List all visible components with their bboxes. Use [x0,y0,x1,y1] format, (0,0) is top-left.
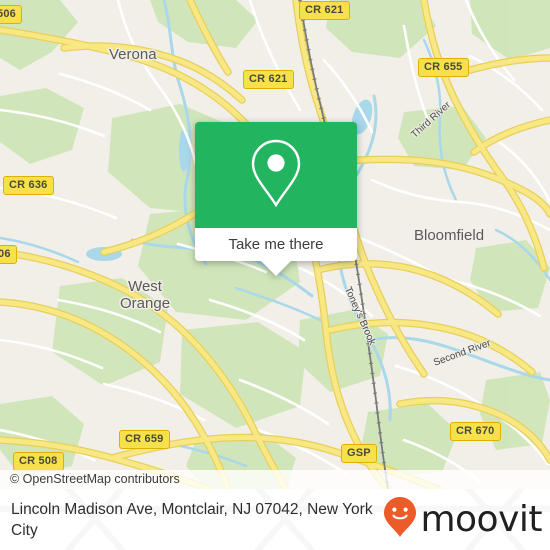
moovit-wordmark: moovit [420,498,542,540]
road-shield-cr-621-left[interactable]: CR 621 [243,70,294,89]
callout-tail-pointer [261,261,291,276]
road-shield-cr-508[interactable]: CR 508 [13,452,64,471]
place-label-verona: Verona [109,46,157,63]
address-text: Lincoln Madison Ave, Montclair, NJ 07042… [11,500,373,539]
road-shield-cr-655[interactable]: CR 655 [418,58,469,77]
moovit-pin-smiley-icon [383,496,417,543]
road-shield-cr-621-top[interactable]: CR 621 [299,1,350,20]
place-label-west-orange: West Orange [120,278,171,312]
road-shield-cr-636[interactable]: CR 636 [3,176,54,195]
map-pin-icon [248,137,304,214]
road-shield-cr-506-left[interactable]: 06 [0,245,17,264]
footer-bar: Lincoln Madison Ave, Montclair, NJ 07042… [0,489,550,550]
take-me-there-label: Take me there [228,236,324,253]
callout-footer[interactable]: Take me there [195,228,357,276]
moovit-logo[interactable]: moovit [383,496,542,543]
road-shield-gsp[interactable]: GSP [341,444,377,463]
footer-content: Lincoln Madison Ave, Montclair, NJ 07042… [0,489,550,550]
place-label-bloomfield: Bloomfield [414,227,485,244]
moovit-map-card: Verona Bloomfield West Orange 506 CR 621… [0,0,550,550]
map-attribution[interactable]: © OpenStreetMap contributors [0,470,550,489]
road-shield-cr-659[interactable]: CR 659 [119,430,170,449]
road-shield-cr-670[interactable]: CR 670 [450,422,501,441]
callout-header [195,122,357,228]
location-callout[interactable]: Take me there [195,122,357,276]
road-shield-cr-506-top[interactable]: 506 [0,5,22,24]
